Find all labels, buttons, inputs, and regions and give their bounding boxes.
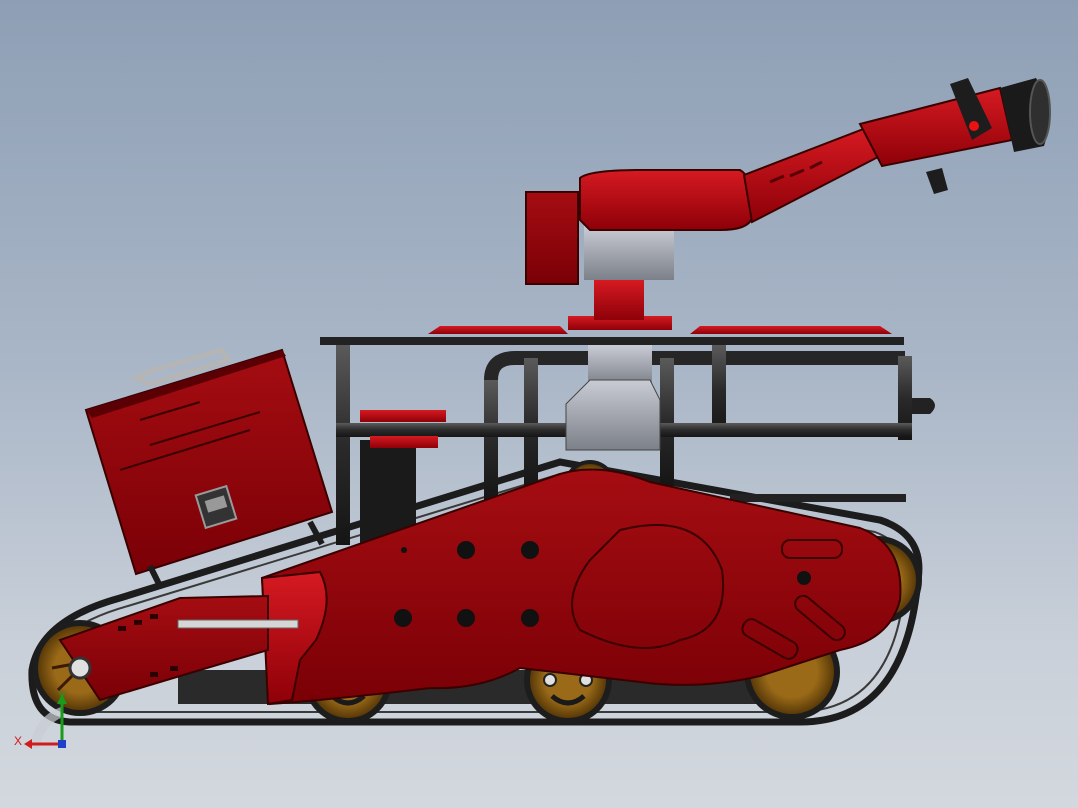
z-axis-marker	[58, 740, 66, 748]
turret-gearbox	[584, 226, 674, 280]
rear-arm-rod	[177, 619, 299, 629]
robot-model[interactable]: X Y	[0, 0, 1078, 808]
turret-bearing	[588, 345, 652, 385]
x-axis-label: X	[14, 734, 22, 748]
graphics-viewport[interactable]: X Y	[0, 0, 1078, 808]
rear-wheel-hub	[68, 656, 92, 680]
turret-column	[594, 280, 644, 320]
control-box	[84, 347, 334, 588]
y-axis-label: Y	[58, 689, 66, 703]
slew-motor	[565, 379, 661, 451]
turret-motor-housing	[525, 191, 579, 285]
turret-elbow	[579, 169, 754, 231]
turret-base-plates	[428, 316, 892, 334]
